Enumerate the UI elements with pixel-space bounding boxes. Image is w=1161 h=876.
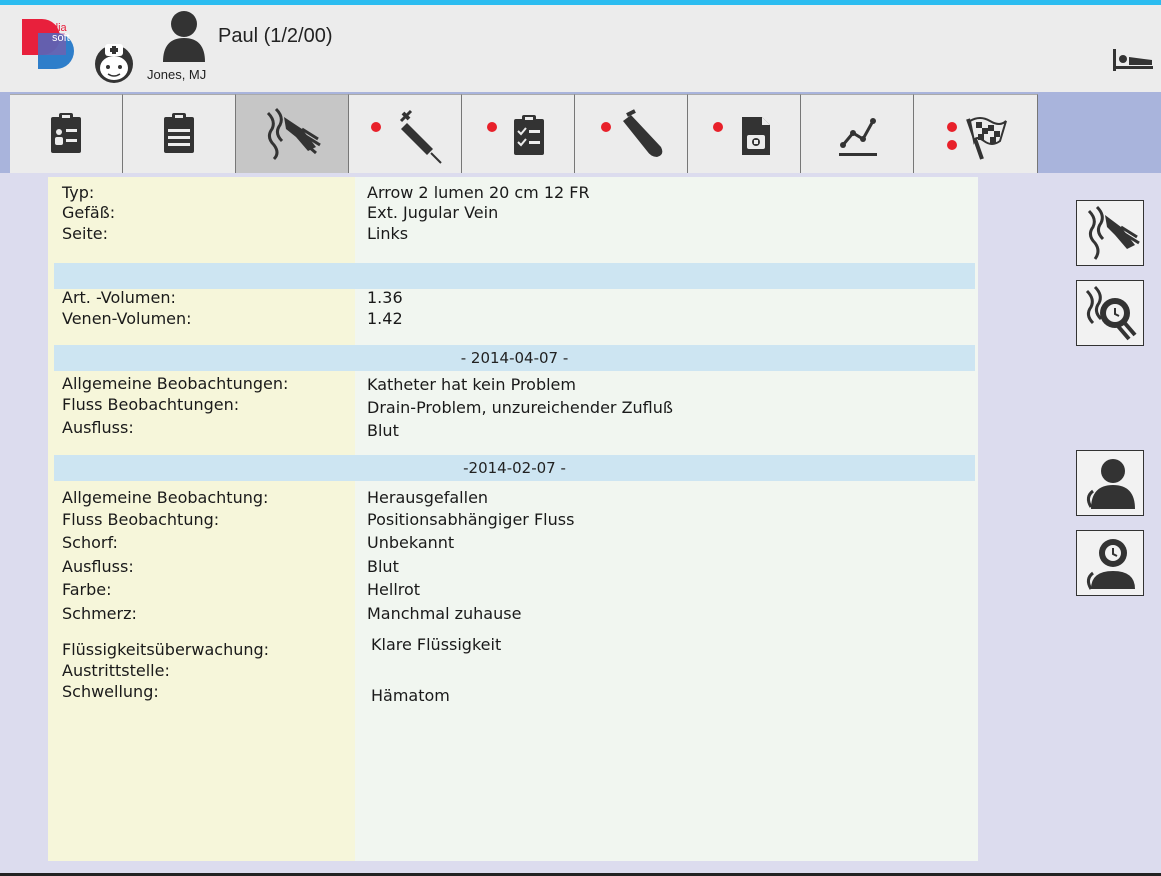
seite-label: Seite: xyxy=(62,224,108,243)
gefaess-label: Gefäß: xyxy=(62,203,116,222)
test-tube-icon xyxy=(601,109,663,157)
checkered-flag-icon xyxy=(947,117,1007,160)
typ-label: Typ: xyxy=(62,183,95,202)
patient-icon xyxy=(1086,459,1135,509)
fluss-beobachtungen-label: Fluss Beobachtungen: xyxy=(62,395,240,414)
tab-checklist[interactable] xyxy=(462,94,575,173)
patient-history-button[interactable] xyxy=(1076,530,1144,596)
header: dia soft Paul (1/2/00) Jones, MJ xyxy=(0,5,1161,92)
ausfluss-label-1: Ausfluss: xyxy=(62,418,134,437)
fluessigkeitsueberwachung-value: Klare Flüssigkeit xyxy=(371,635,502,654)
patient-clipboard-icon xyxy=(51,113,81,153)
catheter-button[interactable] xyxy=(1076,200,1144,266)
allgemeine-beobachtungen-value: Katheter hat kein Problem xyxy=(367,375,576,394)
catheter-arm-icon xyxy=(266,107,321,161)
checklist-icon xyxy=(487,115,544,155)
venen-volumen-label: Venen-Volumen: xyxy=(62,309,192,328)
catheter-details-panel: Typ: Arrow 2 lumen 20 cm 12 FR Gefäß: Ex… xyxy=(48,177,978,861)
austrittstelle-label: Austrittstelle: xyxy=(62,661,170,680)
art-volumen-value: 1.36 xyxy=(367,288,403,307)
nurse-icon[interactable] xyxy=(91,38,137,86)
tab-report[interactable] xyxy=(688,94,801,173)
catheter-history-button[interactable] xyxy=(1076,280,1144,346)
gefaess-value: Ext. Jugular Vein xyxy=(367,203,499,222)
bed-icon[interactable] xyxy=(1112,47,1154,73)
doctor-name: Jones, MJ xyxy=(147,67,207,82)
schorf-label: Schorf: xyxy=(62,533,118,552)
tab-bar xyxy=(0,92,1161,173)
fluessigkeitsueberwachung-label: Flüssigkeitsüberwachung: xyxy=(62,640,270,659)
seite-value: Links xyxy=(367,224,409,243)
syringe-icon xyxy=(371,109,442,164)
patient-avatar-icon[interactable] xyxy=(161,10,207,62)
farbe-value: Hellrot xyxy=(367,580,421,599)
clipboard-icon xyxy=(164,113,194,153)
tab-finish[interactable] xyxy=(914,94,1038,173)
patient-history-icon xyxy=(1086,539,1135,590)
ausfluss-label-2: Ausfluss: xyxy=(62,557,134,576)
fluss-beobachtung-value: Positionsabhängiger Fluss xyxy=(367,510,575,529)
fluss-beobachtung-label: Fluss Beobachtung: xyxy=(62,510,220,529)
allgemeine-beobachtung-label: Allgemeine Beobachtung: xyxy=(62,488,269,507)
tab-trend[interactable] xyxy=(801,94,914,173)
date-band-1: - 2014-04-07 - xyxy=(54,345,975,371)
tab-patient-overview[interactable] xyxy=(10,94,123,173)
trend-chart-icon xyxy=(839,118,877,156)
fluss-beobachtungen-value: Drain-Problem, unzureichender Zufluß xyxy=(367,398,673,417)
schmerz-label: Schmerz: xyxy=(62,604,137,623)
farbe-label: Farbe: xyxy=(62,580,112,599)
tab-catheter[interactable] xyxy=(236,94,349,173)
section-divider xyxy=(54,263,975,289)
ausfluss-value-1: Blut xyxy=(367,421,399,440)
allgemeine-beobachtungen-label: Allgemeine Beobachtungen: xyxy=(62,374,289,393)
catheter-arm-icon xyxy=(1087,205,1140,260)
typ-value: Arrow 2 lumen 20 cm 12 FR xyxy=(367,183,590,202)
schmerz-value: Manchmal zuhause xyxy=(367,604,522,623)
venen-volumen-value: 1.42 xyxy=(367,309,403,328)
ausfluss-value-2: Blut xyxy=(367,557,399,576)
patient-button[interactable] xyxy=(1076,450,1144,516)
tab-medication[interactable] xyxy=(349,94,462,173)
diasoft-logo: dia soft xyxy=(22,19,74,69)
art-volumen-label: Art. -Volumen: xyxy=(62,288,176,307)
schwellung-label: Schwellung: xyxy=(62,682,159,701)
date-band-2: -2014-02-07 - xyxy=(54,455,975,481)
tab-clipboard[interactable] xyxy=(123,94,236,173)
allgemeine-beobachtung-value: Herausgefallen xyxy=(367,488,489,507)
tab-lab[interactable] xyxy=(575,94,688,173)
patient-name[interactable]: Paul (1/2/00) xyxy=(218,25,333,48)
schorf-value: Unbekannt xyxy=(367,533,455,552)
svg-text:soft: soft xyxy=(52,32,70,44)
medical-document-icon xyxy=(713,117,770,155)
catheter-history-icon xyxy=(1085,285,1137,341)
schwellung-value: Hämatom xyxy=(371,686,450,705)
